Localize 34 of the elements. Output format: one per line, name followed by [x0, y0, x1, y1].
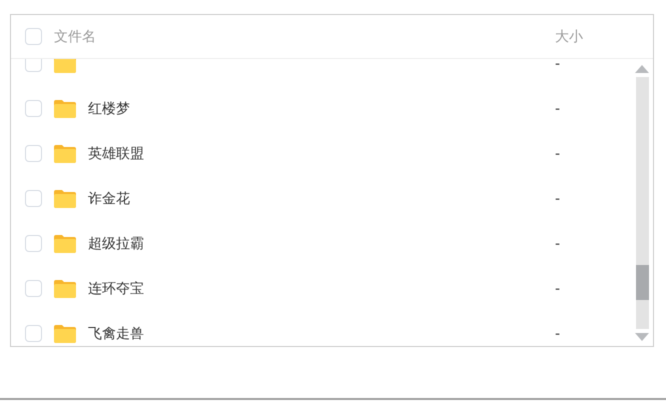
file-name: 诈金花 — [88, 190, 131, 208]
folder-icon — [54, 190, 76, 208]
file-name: 飞禽走兽 — [88, 324, 145, 342]
folder-icon — [54, 59, 76, 72]
folder-icon — [54, 280, 76, 298]
folder-icon — [54, 324, 76, 342]
file-size: - — [555, 190, 562, 206]
scroll-thumb[interactable] — [636, 265, 648, 300]
column-header: 文件名 — [54, 28, 97, 46]
row-checkbox[interactable] — [25, 235, 42, 252]
file-size: - — [555, 326, 562, 342]
folder-icon — [54, 100, 76, 118]
row-checkbox[interactable] — [25, 100, 42, 117]
row-checkbox[interactable] — [25, 59, 42, 72]
scroll-up-icon[interactable] — [635, 65, 649, 73]
scrollbar[interactable] — [635, 65, 649, 341]
row-checkbox[interactable] — [25, 325, 42, 342]
file-name: 英雄联盟 — [88, 144, 145, 162]
file-name: 超级拉霸 — [88, 234, 145, 252]
select-all-checkbox[interactable] — [25, 28, 42, 45]
file-size: - — [555, 100, 562, 116]
scroll-down-icon[interactable] — [635, 333, 649, 341]
folder-icon — [54, 144, 76, 162]
file-name: 红楼梦 — [88, 100, 131, 118]
file-size: - — [555, 236, 562, 252]
folder-icon — [54, 234, 76, 252]
file-size: - — [555, 59, 562, 72]
column-header: 大小 — [555, 28, 584, 46]
file-size: - — [555, 146, 562, 162]
row-checkbox[interactable] — [25, 280, 42, 297]
row-checkbox[interactable] — [25, 190, 42, 207]
file-name: 连环夺宝 — [88, 280, 145, 298]
row-checkbox[interactable] — [25, 145, 42, 162]
file-size: - — [555, 280, 562, 296]
